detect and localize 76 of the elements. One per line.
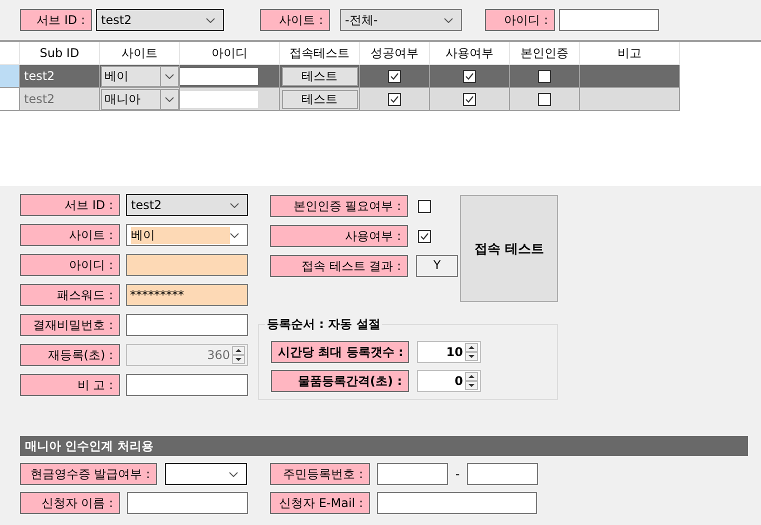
field-label: 물품등록간격(초) : [271, 370, 409, 392]
field-label: 본인인증 필요여부 : [270, 195, 408, 217]
input-field[interactable] [126, 314, 248, 336]
checkbox[interactable] [538, 70, 551, 82]
test-button[interactable]: 테스트 [282, 90, 358, 108]
number-spinner[interactable]: 360 [126, 344, 248, 366]
field-label: 사이트 : [20, 224, 120, 246]
field-label: 주민등록번호 : [270, 463, 370, 485]
site-dropdown[interactable]: 매니아 [100, 88, 178, 110]
checkbox[interactable] [418, 200, 431, 212]
field-label: 사이트 : [260, 9, 330, 31]
checkbox[interactable] [388, 92, 401, 106]
chevron-icon [164, 74, 174, 78]
receipt-dropdown[interactable] [165, 463, 247, 485]
resident-number-field[interactable] [467, 463, 538, 485]
column-header: 성공여부 [360, 42, 430, 65]
number-spinner[interactable]: 10 [417, 341, 481, 363]
result-value: Y [416, 255, 458, 277]
spin-arrows-icon[interactable] [465, 343, 478, 361]
number-spinner[interactable]: 0 [417, 370, 481, 392]
field-label: 결재비밀번호 : [20, 314, 120, 336]
column-header: 본인인증 [510, 42, 580, 65]
chevron-icon [229, 472, 238, 476]
column-header: 아이디 [180, 42, 280, 65]
spin-arrows-icon[interactable] [232, 346, 245, 364]
separator-text: - [454, 467, 461, 481]
checkbox[interactable] [418, 230, 431, 242]
site-dropdown[interactable]: -전체- [340, 9, 462, 31]
checkbox[interactable] [463, 92, 476, 106]
spin-arrows-icon[interactable] [465, 372, 478, 390]
field-label: 서브 ID : [20, 194, 120, 216]
column-header: 사이트 [100, 42, 180, 65]
field-label: 아이디 : [20, 254, 120, 276]
field-label: 신청자 E-Mail : [270, 492, 370, 514]
input-field[interactable] [126, 374, 248, 396]
field-label: 현금영수증 발급여부 : [20, 463, 157, 485]
chevron-icon [164, 96, 174, 102]
field-label: 재등록(초) : [20, 344, 120, 366]
table-cell: test2 [20, 88, 100, 111]
field-label: 접속 테스트 결과 : [270, 255, 408, 277]
column-header: Sub ID [20, 42, 100, 65]
group-title: 등록순서 : 자동 설절 [266, 316, 382, 333]
email-input-field[interactable] [377, 492, 537, 514]
checkbox[interactable] [388, 70, 401, 82]
field-label: 사용여부 : [270, 225, 408, 247]
section-header: 매니아 인수인계 처리용 [20, 436, 748, 456]
sub-id-dropdown[interactable]: test2 [96, 9, 224, 31]
input-field[interactable]: ********* [126, 284, 248, 306]
column-header: 접속테스트 [280, 42, 360, 65]
chevron-icon [230, 202, 239, 208]
connect-test-button[interactable]: 접속 테스트 [460, 195, 558, 302]
id-input-field[interactable] [559, 9, 659, 31]
field-label: 아이디 : [485, 9, 555, 31]
field-label: 서브 ID : [20, 9, 92, 31]
name-input-field[interactable] [127, 492, 248, 514]
input-field[interactable] [126, 254, 248, 276]
id-input-field[interactable] [180, 68, 258, 84]
field-label: 시간당 최대 등록갯수 : [271, 341, 409, 363]
field-label: 패스워드 : [20, 284, 120, 306]
id-input-field[interactable] [180, 90, 258, 108]
dropdown[interactable]: 베이 [126, 224, 248, 246]
field-label: 비 고 : [20, 374, 120, 396]
chevron-icon [230, 232, 239, 238]
column-header: 비고 [580, 42, 680, 65]
resident-number-field[interactable] [377, 463, 448, 485]
row-header[interactable] [0, 88, 20, 111]
checkbox[interactable] [538, 92, 551, 106]
column-header: 사용여부 [430, 42, 510, 65]
chevron-icon [206, 18, 215, 22]
dropdown[interactable]: test2 [126, 194, 248, 216]
field-label: 신청자 이름 : [20, 492, 120, 514]
chevron-icon [444, 18, 453, 22]
table-cell: test2 [20, 65, 100, 88]
test-button[interactable]: 테스트 [282, 66, 358, 86]
site-dropdown[interactable]: 베이 [100, 66, 178, 86]
checkbox[interactable] [463, 70, 476, 82]
